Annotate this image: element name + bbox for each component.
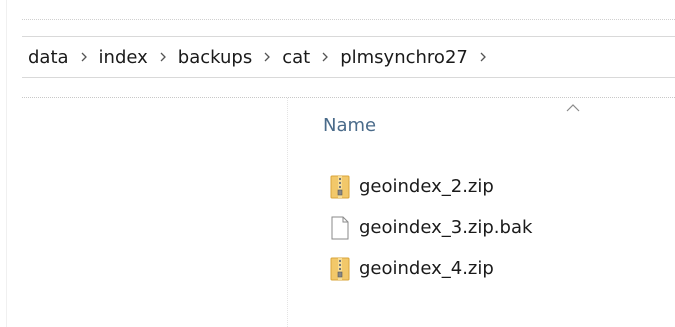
breadcrumb[interactable]: data index backups cat plmsynchro27 (22, 36, 675, 78)
breadcrumb-item-cat[interactable]: cat (282, 47, 310, 68)
file-explorer-window: data index backups cat plmsynchro27 Name (0, 0, 675, 327)
file-list: geoindex_2.zip geoindex_3.zip.bak geoind… (329, 166, 669, 289)
chevron-right-icon[interactable] (252, 47, 282, 67)
file-name: geoindex_4.zip (359, 258, 494, 279)
chevron-right-icon[interactable] (468, 47, 498, 67)
toolbar-divider (22, 19, 675, 21)
window-left-edge (6, 0, 7, 327)
column-header-name[interactable]: Name (323, 115, 376, 136)
list-item[interactable]: geoindex_3.zip.bak (329, 207, 669, 248)
blank-file-icon (329, 215, 351, 241)
list-item[interactable]: geoindex_4.zip (329, 248, 669, 289)
chevron-right-icon[interactable] (148, 47, 178, 67)
list-item[interactable]: geoindex_2.zip (329, 166, 669, 207)
breadcrumb-item-plmsynchro27[interactable]: plmsynchro27 (340, 47, 468, 68)
chevron-right-icon[interactable] (69, 47, 99, 67)
file-name: geoindex_2.zip (359, 176, 494, 197)
zip-folder-icon (329, 174, 351, 200)
file-name: geoindex_3.zip.bak (359, 217, 533, 238)
zip-folder-icon (329, 256, 351, 282)
chevron-right-icon[interactable] (310, 47, 340, 67)
breadcrumb-item-index[interactable]: index (99, 47, 148, 68)
breadcrumb-item-backups[interactable]: backups (178, 47, 252, 68)
breadcrumb-item-data[interactable]: data (28, 47, 69, 68)
sort-ascending-icon[interactable] (565, 98, 581, 112)
navigation-pane-divider[interactable] (287, 98, 289, 327)
